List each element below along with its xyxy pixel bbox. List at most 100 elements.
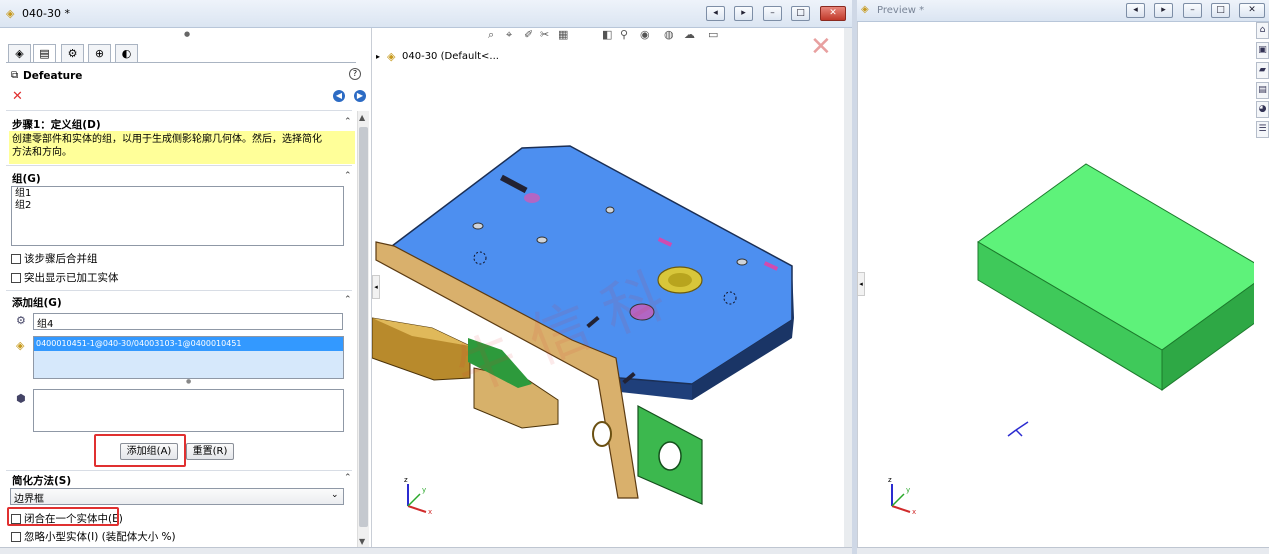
scene-icon[interactable]: ◍ — [664, 28, 674, 41]
viewport-scrollbar[interactable] — [844, 28, 852, 547]
zoom-to-fit-icon[interactable]: ⌕ — [488, 28, 494, 42]
preview-close-button[interactable]: ✕ — [1239, 3, 1265, 18]
component-selection-icon: ◈ — [16, 339, 25, 352]
appearances-icon[interactable]: ◕ — [1256, 101, 1269, 118]
appearance-icon[interactable]: ◉ — [640, 28, 650, 41]
preview-minimize-button[interactable]: – — [1183, 3, 1202, 18]
preview-graphics-area[interactable]: z y x — [857, 22, 1254, 547]
main-window-title: 040-30 * — [22, 7, 70, 20]
ignore-small-bodies-label: 忽略小型实体(I) (装配体大小 %) — [24, 531, 176, 543]
scroll-thumb[interactable] — [359, 127, 368, 527]
add-group-highlight — [94, 434, 186, 467]
tabs-underline — [6, 62, 356, 63]
tab-feature-manager[interactable]: ◈ — [8, 44, 31, 63]
body-selection-box[interactable] — [33, 389, 344, 432]
view-palette-icon[interactable]: ▤ — [1256, 82, 1269, 99]
preview-split-handle[interactable]: ◂ — [857, 272, 865, 296]
next-icon[interactable]: ▶ — [354, 90, 366, 102]
origin-z-axis — [1015, 429, 1023, 437]
tree-root-label[interactable]: 040-30 (Default<... — [402, 51, 499, 62]
simplify-method-select[interactable]: 边界框 ⌄ — [10, 488, 344, 505]
section-divider — [6, 290, 352, 291]
svg-text:z: z — [404, 476, 408, 484]
step-text-line1: 创建零部件和实体的组，以用于生成侧影轮廓几何体。然后，选择简化 — [12, 134, 322, 145]
groups-list[interactable]: 组1 组2 — [11, 186, 344, 246]
next-window-button[interactable]: ▸ — [734, 6, 753, 21]
collapse-step-icon[interactable]: ⌃ — [344, 117, 352, 127]
list-item[interactable]: 组1 — [15, 188, 340, 200]
cancel-icon[interactable]: ✕ — [12, 89, 23, 104]
main-title-bar[interactable]: ◈ 040-30 * ◂ ▸ – □ ✕ — [0, 0, 852, 28]
help-icon[interactable]: ? — [349, 68, 361, 80]
bottom-tab-strip — [0, 547, 852, 554]
origin-y-axis — [1007, 429, 1017, 437]
preview-title-bar[interactable]: ◈ Preview * ◂ ▸ – □ ✕ — [857, 0, 1269, 22]
merge-groups-label: 该步骤后合并组 — [24, 253, 98, 265]
display-style-icon[interactable]: ◧ — [602, 28, 612, 41]
view-settings-icon[interactable]: ▭ — [708, 28, 718, 41]
main-graphics-area[interactable]: 牛 信 科 ⌕ ⌖ ✐ ✂ ▦ ◧ ⚲ ◉ ◍ ☁ ▭ ▸ ◈ 040-30 (… — [372, 28, 850, 547]
home-icon[interactable]: ⌂ — [1256, 22, 1269, 39]
face-plate-hole — [592, 421, 612, 447]
group-name-input[interactable]: 组4 — [33, 313, 343, 330]
group-name-icon: ⚙ — [16, 314, 26, 327]
view-orientation-icon[interactable]: ▦ — [558, 28, 568, 41]
preview-maximize-button[interactable]: □ — [1211, 3, 1230, 18]
stud — [536, 236, 548, 244]
zoom-area-icon[interactable]: ⌖ — [506, 28, 512, 42]
selection-resize-handle[interactable]: ● — [186, 378, 191, 385]
component-selection-box[interactable]: 0400010451-1@040-30/04003103-1@040001045… — [33, 336, 344, 379]
simplify-heading: 简化方法(S) — [12, 475, 72, 487]
file-explorer-icon[interactable]: ▰ — [1256, 62, 1269, 79]
panel-splitter-handle[interactable]: ● — [184, 30, 190, 38]
preview-part-icon: ◈ — [861, 4, 869, 15]
list-item[interactable]: 组2 — [15, 200, 340, 212]
tab-display-manager[interactable]: ◐ — [115, 44, 138, 63]
svg-text:y: y — [422, 486, 426, 494]
collapse-groups-icon[interactable]: ⌃ — [344, 171, 352, 181]
custom-properties-icon[interactable]: ☰ — [1256, 121, 1269, 138]
minimize-button[interactable]: – — [763, 6, 782, 21]
tree-expand-icon[interactable]: ▸ — [376, 52, 380, 61]
cancel-corner-icon[interactable]: ✕ — [810, 32, 832, 62]
hide-show-icon[interactable]: ⚲ — [620, 28, 628, 41]
enclose-highlight — [7, 507, 119, 526]
step-text-line2: 方法和方向。 — [12, 147, 72, 158]
scroll-up-arrow[interactable]: ▲ — [359, 113, 365, 122]
highlight-processed-checkbox[interactable]: 突出显示已加工实体 — [11, 270, 119, 285]
preview-next-button[interactable]: ▸ — [1154, 3, 1173, 18]
close-button[interactable]: ✕ — [820, 6, 846, 21]
selected-component-item[interactable]: 0400010451-1@040-30/04003103-1@040001045… — [34, 337, 343, 351]
prev-window-button[interactable]: ◂ — [706, 6, 725, 21]
collapse-add-group-icon[interactable]: ⌃ — [344, 295, 352, 305]
spindle-inner — [668, 273, 692, 287]
merge-groups-checkbox[interactable]: 该步骤后合并组 — [11, 251, 98, 266]
scroll-down-arrow[interactable]: ▼ — [359, 537, 365, 546]
stud — [736, 258, 748, 266]
keyhole-hole — [524, 193, 540, 203]
preview-prev-button[interactable]: ◂ — [1126, 3, 1145, 18]
section-divider — [6, 470, 352, 471]
svg-text:x: x — [912, 508, 916, 514]
previous-view-icon[interactable]: ✐ — [524, 28, 533, 41]
render-icon[interactable]: ☁ — [684, 28, 695, 41]
back-icon[interactable]: ◀ — [333, 90, 345, 102]
reset-button[interactable]: 重置(R) — [186, 443, 234, 460]
collapse-simplify-icon[interactable]: ⌃ — [344, 473, 352, 483]
body-selection-icon: ⬢ — [16, 392, 26, 405]
maximize-button[interactable]: □ — [791, 6, 810, 21]
design-library-icon[interactable]: ▣ — [1256, 42, 1269, 59]
panel-scrollbar[interactable]: ▲ ▼ — [357, 111, 369, 550]
tab-property-manager[interactable]: ▤ — [33, 44, 56, 63]
part-icon: ◈ — [6, 7, 15, 20]
bounding-box-preview — [977, 163, 1254, 437]
split-handle-left[interactable]: ◂ — [372, 275, 380, 299]
tab-configuration-manager[interactable]: ⚙ — [61, 44, 84, 63]
tab-dimxpert-manager[interactable]: ⊕ — [88, 44, 111, 63]
section-view-icon[interactable]: ✂ — [540, 28, 549, 41]
ignore-small-bodies-checkbox[interactable]: 忽略小型实体(I) (装配体大小 %) — [11, 529, 176, 544]
add-group-heading: 添加组(G) — [12, 297, 62, 309]
highlight-processed-label: 突出显示已加工实体 — [24, 272, 119, 284]
svg-text:y: y — [906, 486, 910, 494]
section-divider — [6, 110, 352, 111]
